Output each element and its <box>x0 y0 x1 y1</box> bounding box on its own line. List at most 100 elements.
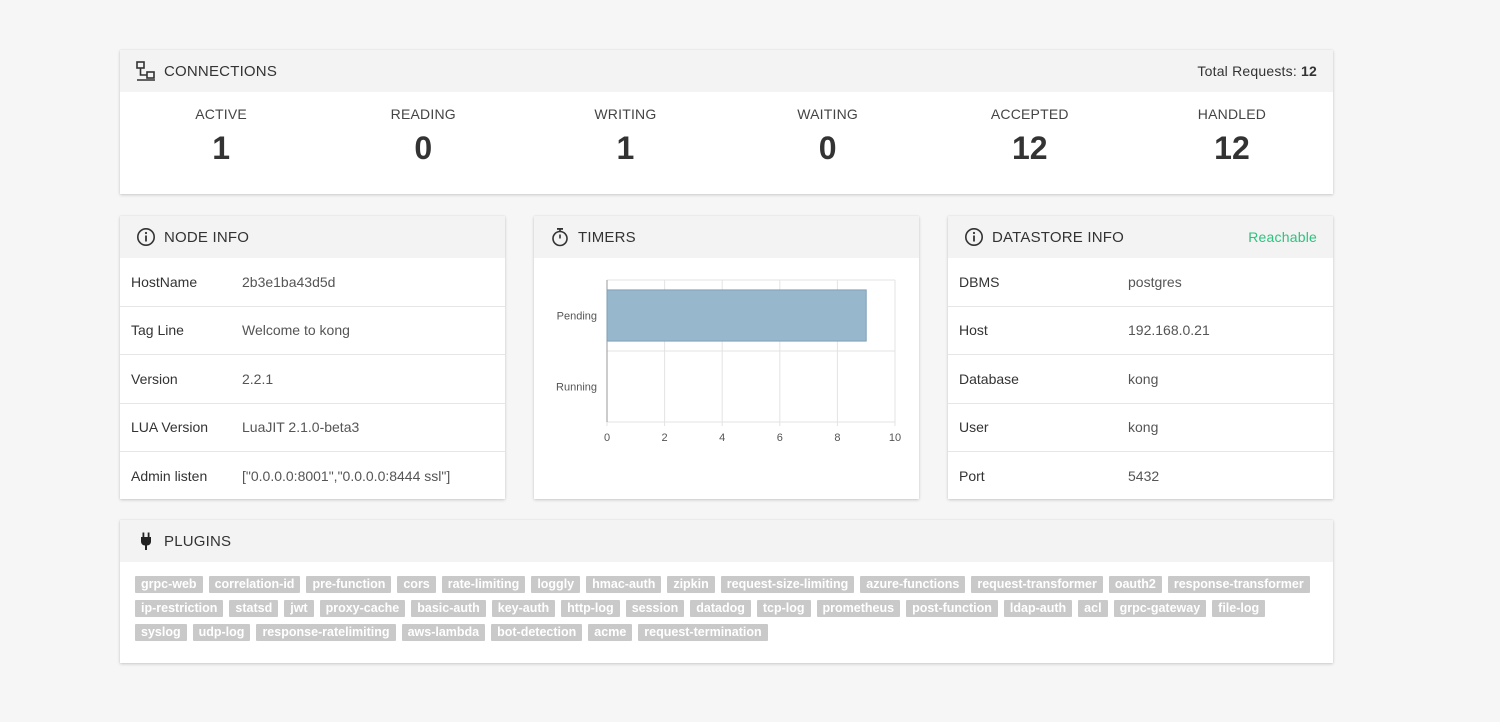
row-key: Port <box>959 468 985 485</box>
x-tick-label: 0 <box>604 432 610 444</box>
plugin-tag: jwt <box>284 600 314 617</box>
x-tick-label: 6 <box>777 432 783 444</box>
row-key: Admin listen <box>131 468 208 485</box>
stat-label: WRITING <box>594 106 657 122</box>
row-key: Host <box>959 322 988 339</box>
table-row: HostName 2b3e1ba43d5d <box>120 258 505 307</box>
stat-value: 0 <box>414 130 433 166</box>
plugin-tag: post-function <box>906 600 998 617</box>
datastore-table: DBMS postgres Host 192.168.0.21 Database… <box>948 258 1333 501</box>
stat-active: ACTIVE 1 <box>120 92 322 194</box>
datastore-title: DATASTORE INFO <box>992 228 1124 246</box>
table-row: Port 5432 <box>948 452 1333 501</box>
plugin-tag: basic-auth <box>411 600 486 617</box>
row-key: DBMS <box>959 273 1000 290</box>
info-icon <box>136 227 156 247</box>
table-row: Host 192.168.0.21 <box>948 307 1333 355</box>
connection-stats: ACTIVE 1 READING 0 WRITING 1 WAITING 0 A… <box>120 92 1333 194</box>
stat-value: 1 <box>616 130 635 166</box>
plugin-tag: oauth2 <box>1108 576 1162 593</box>
stat-label: READING <box>390 106 456 122</box>
y-category-label: Running <box>556 382 597 394</box>
table-row: Admin listen ["0.0.0.0:8001","0.0.0.0:84… <box>120 452 505 501</box>
timers-card: TIMERS 0 2 4 6 8 10 Pending Running <box>534 216 919 499</box>
total-requests-value: 12 <box>1301 63 1317 79</box>
stat-label: WAITING <box>797 106 858 122</box>
plugin-tag: grpc-gateway <box>1113 600 1207 617</box>
datastore-info-card: DATASTORE INFO Reachable DBMS postgres H… <box>948 216 1333 499</box>
plugin-tag: grpc-web <box>135 576 203 593</box>
plugin-tag: hmac-auth <box>586 576 662 593</box>
plugin-tag: key-auth <box>491 600 556 617</box>
table-row: Database kong <box>948 355 1333 404</box>
stat-accepted: ACCEPTED 12 <box>929 92 1131 194</box>
plugin-tag: ldap-auth <box>1003 600 1073 617</box>
plugins-list: grpc-web correlation-id pre-function cors ra… <box>120 562 1333 648</box>
plugins-title: PLUGINS <box>164 532 232 550</box>
row-value: LuaJIT 2.1.0-beta3 <box>242 419 360 436</box>
plugin-tag: request-size-limiting <box>720 576 855 593</box>
x-tick-label: 8 <box>834 432 840 444</box>
stat-value: 0 <box>818 130 837 166</box>
plugin-tag: file-log <box>1212 600 1266 617</box>
plugin-tag: response-ratelimiting <box>256 624 396 641</box>
plugins-header: PLUGINS <box>120 520 1333 562</box>
row-key: User <box>959 419 989 436</box>
plugin-tag: azure-functions <box>860 576 966 593</box>
table-row: DBMS postgres <box>948 258 1333 307</box>
plug-icon <box>136 531 156 551</box>
timers-header: TIMERS <box>534 216 919 258</box>
plugin-tag: rate-limiting <box>441 576 526 593</box>
timers-title: TIMERS <box>578 228 636 246</box>
network-icon <box>136 61 156 81</box>
row-value: 5432 <box>1128 468 1160 485</box>
row-value: kong <box>1128 419 1159 436</box>
plugin-tag: zipkin <box>667 576 715 593</box>
plugin-tag: loggly <box>531 576 581 593</box>
plugin-tag: http-log <box>561 600 620 617</box>
row-value: 2.2.1 <box>242 370 274 387</box>
plugin-tag: acme <box>588 624 633 641</box>
table-row: Tag Line Welcome to kong <box>120 307 505 355</box>
bar-pending <box>606 289 867 342</box>
stat-label: HANDLED <box>1197 106 1267 122</box>
stopwatch-icon <box>550 227 570 247</box>
total-requests-label: Total Requests: <box>1197 63 1297 79</box>
status-badge: Reachable <box>1248 229 1317 245</box>
plugin-tag: correlation-id <box>208 576 301 593</box>
row-key: Database <box>959 370 1019 387</box>
stat-value: 12 <box>1214 130 1250 166</box>
plugin-tag: session <box>625 600 685 617</box>
plugin-tag: tcp-log <box>756 600 811 617</box>
row-value: postgres <box>1128 273 1182 290</box>
row-key: Tag Line <box>131 322 184 339</box>
stat-writing: WRITING 1 <box>524 92 726 194</box>
plugin-tag: proxy-cache <box>319 600 406 617</box>
table-row: LUA Version LuaJIT 2.1.0-beta3 <box>120 404 505 452</box>
stat-label: ACCEPTED <box>990 106 1069 122</box>
node-info-card: NODE INFO HostName 2b3e1ba43d5d Tag Line… <box>120 216 505 499</box>
stat-handled: HANDLED 12 <box>1131 92 1333 194</box>
plugin-tag: bot-detection <box>491 624 583 641</box>
plugin-tag: prometheus <box>816 600 901 617</box>
plugin-tag: request-termination <box>638 624 768 641</box>
info-icon <box>964 227 984 247</box>
plugin-tag: request-transformer <box>971 576 1103 593</box>
row-key: Version <box>131 370 178 387</box>
plugin-tag: acl <box>1078 600 1108 617</box>
row-value: ["0.0.0.0:8001","0.0.0.0:8444 ssl"] <box>242 468 451 485</box>
node-info-table: HostName 2b3e1ba43d5d Tag Line Welcome t… <box>120 258 505 501</box>
stat-value: 1 <box>212 130 230 166</box>
connections-title: CONNECTIONS <box>164 62 278 80</box>
plugin-tag: response-transformer <box>1167 576 1310 593</box>
connections-card: CONNECTIONS Total Requests: 12 ACTIVE 1 … <box>120 50 1333 194</box>
row-key: LUA Version <box>131 419 209 436</box>
plugin-tag: cors <box>397 576 436 593</box>
row-value: Welcome to kong <box>242 322 350 339</box>
x-tick-label: 4 <box>719 432 725 444</box>
stat-reading: READING 0 <box>322 92 524 194</box>
plugins-card: PLUGINS grpc-web correlation-id pre-functi… <box>120 520 1333 663</box>
connections-header: CONNECTIONS Total Requests: 12 <box>120 50 1333 92</box>
plugin-tag: pre-function <box>306 576 392 593</box>
stat-waiting: WAITING 0 <box>727 92 929 194</box>
